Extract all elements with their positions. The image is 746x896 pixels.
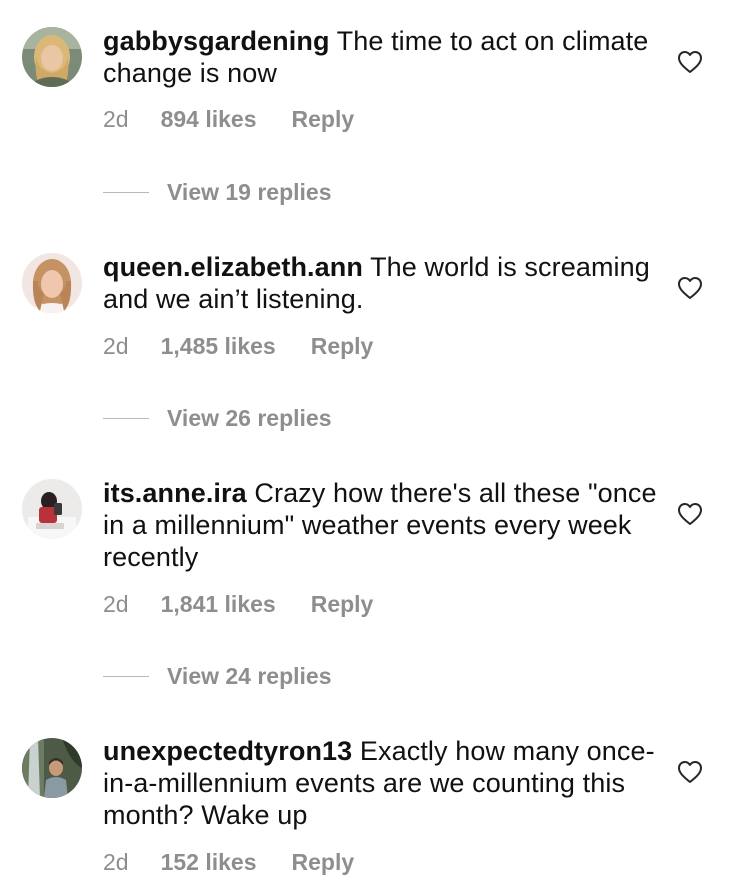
- comment-text-block: unexpectedtyron13 Exactly how many once-…: [103, 735, 663, 831]
- replies-divider-line: [103, 676, 149, 678]
- comment-username[interactable]: gabbysgardening: [103, 26, 330, 56]
- heart-icon[interactable]: [677, 50, 703, 74]
- avatar[interactable]: [22, 253, 82, 313]
- view-replies-button[interactable]: View 24 replies: [103, 662, 332, 690]
- comment-username[interactable]: unexpectedtyron13: [103, 736, 352, 766]
- comment-time: 2d: [103, 333, 129, 359]
- view-replies-button[interactable]: View 19 replies: [103, 178, 332, 206]
- heart-icon[interactable]: [677, 276, 703, 300]
- replies-divider-line: [103, 418, 149, 420]
- comment-likes[interactable]: 1,485 likes: [161, 332, 276, 360]
- reply-button[interactable]: Reply: [292, 105, 355, 133]
- comment-time: 2d: [103, 106, 129, 132]
- heart-icon[interactable]: [677, 502, 703, 526]
- reply-button[interactable]: Reply: [292, 848, 355, 876]
- reply-button[interactable]: Reply: [311, 590, 374, 618]
- comment-time: 2d: [103, 591, 129, 617]
- comment-text-block: its.anne.ira Crazy how there's all these…: [103, 477, 663, 573]
- comment-likes[interactable]: 1,841 likes: [161, 590, 276, 618]
- comment-meta: 2d 152 likes Reply: [103, 848, 354, 876]
- comment-username[interactable]: queen.elizabeth.ann: [103, 252, 363, 282]
- reply-button[interactable]: Reply: [311, 332, 374, 360]
- comment-meta: 2d 1,841 likes Reply: [103, 590, 373, 618]
- comment-meta: 2d 1,485 likes Reply: [103, 332, 373, 360]
- avatar[interactable]: [22, 738, 82, 798]
- view-replies-label: View 19 replies: [167, 179, 332, 205]
- comment-likes[interactable]: 894 likes: [161, 105, 257, 133]
- comment-time: 2d: [103, 849, 129, 875]
- comment-text-block: queen.elizabeth.ann The world is screami…: [103, 251, 663, 315]
- view-replies-button[interactable]: View 26 replies: [103, 404, 332, 432]
- comment-meta: 2d 894 likes Reply: [103, 105, 354, 133]
- view-replies-label: View 26 replies: [167, 405, 332, 431]
- comment-username[interactable]: its.anne.ira: [103, 478, 247, 508]
- comment-likes[interactable]: 152 likes: [161, 848, 257, 876]
- replies-divider-line: [103, 192, 149, 194]
- view-replies-label: View 24 replies: [167, 663, 332, 689]
- avatar[interactable]: [22, 479, 82, 539]
- comment-text-block: gabbysgardening The time to act on clima…: [103, 25, 663, 89]
- avatar[interactable]: [22, 27, 82, 87]
- heart-icon[interactable]: [677, 760, 703, 784]
